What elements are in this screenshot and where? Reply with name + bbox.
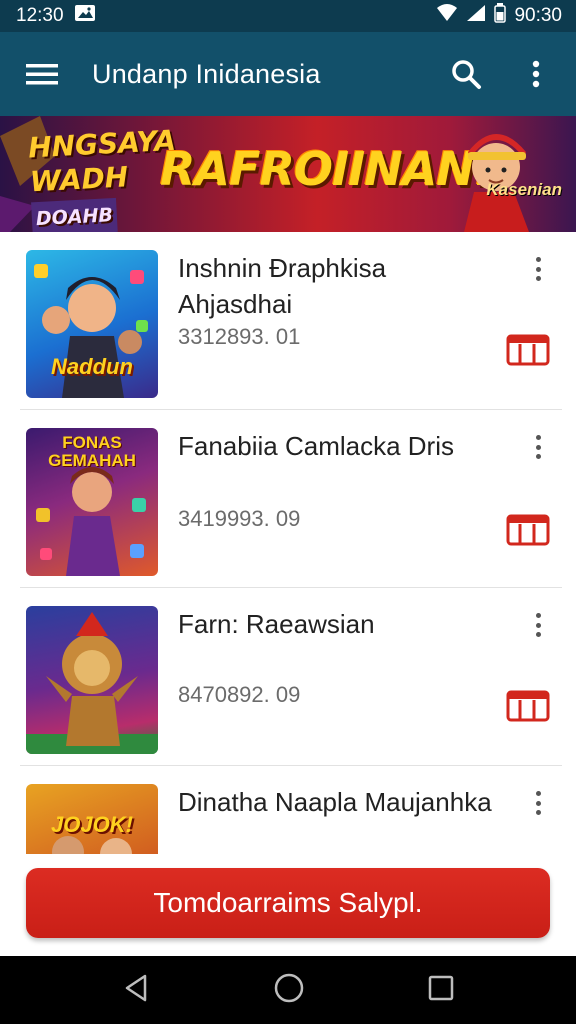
app-thumbnail: Naddun [26, 250, 158, 398]
app-thumbnail [26, 606, 158, 754]
system-nav-bar [0, 956, 576, 1024]
app-list: Naddun Inshnin Đraphkisa Ahjasdhai 33128… [0, 232, 576, 854]
list-item[interactable]: Naddun Inshnin Đraphkisa Ahjasdhai 33128… [0, 232, 576, 410]
promo-banner[interactable]: HNGSAYA WADH DOAHB RAFROIINAN! Kasenian [0, 116, 576, 232]
more-vert-icon[interactable] [528, 610, 548, 640]
banner-character [464, 134, 529, 232]
banner-side-text: Kasenian [486, 180, 562, 199]
back-icon[interactable] [121, 973, 151, 1008]
list-item[interactable]: JOJOK! Dinatha Naapla Maujanhka [0, 766, 576, 854]
image-icon [74, 4, 96, 28]
app-number: 8470892. 09 [178, 682, 301, 707]
more-vert-icon[interactable] [528, 788, 548, 818]
calendar-icon[interactable] [506, 688, 550, 722]
app-title-text: Inshnin Đraphkisa Ahjasdhai [178, 253, 387, 319]
app-title-text: Dinatha Naapla Maujanhka [178, 787, 492, 817]
more-vert-icon[interactable] [528, 432, 548, 462]
cta-container: Tomdoarraims Salypl. [0, 854, 576, 956]
app-thumbnail: JOJOK! [26, 784, 158, 854]
app-title-text: Farn: Raeawsian [178, 609, 375, 639]
calendar-icon[interactable] [506, 332, 550, 366]
primary-action-button[interactable]: Tomdoarraims Salypl. [26, 868, 550, 938]
menu-icon[interactable] [22, 54, 62, 94]
recents-icon[interactable] [427, 974, 455, 1007]
search-icon[interactable] [448, 56, 484, 92]
calendar-icon[interactable] [506, 512, 550, 546]
wifi-icon [436, 4, 458, 28]
app-thumbnail: FONAS GEMAHAH [26, 428, 158, 576]
app-title: Undanp Inidanesia [92, 58, 321, 89]
signal-icon [466, 4, 486, 28]
thumb-label: Naddun [51, 354, 133, 379]
list-item[interactable]: Farn: Raeawsian 8470892. 09 [0, 588, 576, 766]
status-time: 12:30 [16, 5, 64, 26]
banner-left-text: HNGSAYA WADH DOAHB [27, 124, 177, 232]
app-number: 3419993. 09 [178, 506, 301, 531]
status-clock-right: 90:30 [514, 5, 562, 26]
list-item[interactable]: FONAS GEMAHAH Fanabiia Camlacka Dris 341… [0, 410, 576, 588]
home-icon[interactable] [273, 972, 305, 1009]
app-number: 3312893. 01 [178, 324, 301, 349]
more-vert-icon[interactable] [518, 56, 554, 92]
more-vert-icon[interactable] [528, 254, 548, 284]
app-title-text: Fanabiia Camlacka Dris [178, 431, 454, 461]
app-bar: Undanp Inidanesia [0, 32, 576, 116]
thumb-label: JOJOK! [51, 812, 133, 837]
status-bar: 12:30 90:30 [0, 0, 576, 32]
thumb-label: FONAS GEMAHAH [48, 433, 136, 470]
battery-icon [494, 3, 507, 29]
